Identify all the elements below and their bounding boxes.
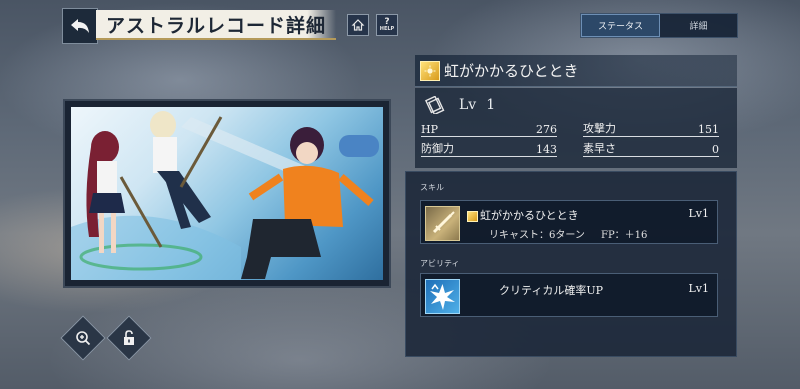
- stat-hp: HP 276: [421, 119, 557, 137]
- abilities-section-label: アビリティ: [420, 259, 460, 268]
- page-title: アストラルレコード詳細: [106, 14, 327, 37]
- record-card-icon: [425, 96, 445, 114]
- home-icon: [351, 19, 365, 31]
- stat-attack: 攻撃力 151: [583, 119, 719, 137]
- skill-level: Lv1: [688, 207, 709, 220]
- back-button[interactable]: [62, 8, 98, 44]
- stat-label: HP: [421, 123, 438, 136]
- zoom-button[interactable]: [60, 315, 106, 361]
- sun-icon: [467, 210, 478, 222]
- stat-value: 143: [536, 143, 557, 156]
- zoom-in-icon: [76, 331, 91, 346]
- character-art-frame: [63, 99, 391, 288]
- level-value: 1: [486, 97, 496, 113]
- sword-icon: [425, 206, 460, 241]
- skills-panel: スキル 虹がかかるひととき Lv1 リキャスト：6ターン FP：＋16 アビリテ…: [405, 171, 737, 357]
- stat-defense: 防御力 143: [421, 139, 557, 157]
- character-illustration: [71, 111, 379, 280]
- sun-icon: [420, 60, 440, 81]
- tab-status[interactable]: ステータス: [581, 14, 660, 37]
- stat-label: 防御力: [421, 142, 454, 155]
- record-name-row: 虹がかかるひととき: [415, 55, 737, 87]
- stat-value: 151: [698, 123, 719, 136]
- ability-name: クリティカル確率UP: [499, 284, 604, 297]
- tab-bar: ステータス 詳細: [580, 13, 738, 38]
- skill-entry[interactable]: 虹がかかるひととき Lv1 リキャスト：6ターン FP：＋16: [420, 200, 718, 244]
- ability-level: Lv1: [688, 282, 709, 295]
- skill-recast: リキャスト：6ターン: [489, 230, 585, 241]
- skill-fp: FP：＋16: [601, 230, 648, 241]
- character-art: [71, 107, 383, 280]
- stats-panel: Lv 1 HP 276 攻撃力 151 防御力 143 素早さ 0: [415, 88, 737, 168]
- back-arrow-icon: [71, 19, 89, 33]
- stat-label: 素早さ: [583, 142, 616, 155]
- burst-icon: [425, 279, 460, 314]
- stat-value: 276: [536, 123, 557, 136]
- stat-value: 0: [712, 143, 719, 156]
- ability-entry[interactable]: クリティカル確率UP Lv1: [420, 273, 718, 317]
- stat-label: 攻撃力: [583, 122, 616, 135]
- lock-button[interactable]: [106, 315, 152, 361]
- skill-name: 虹がかかるひととき: [480, 209, 579, 222]
- unlock-icon: [124, 330, 134, 345]
- stat-speed: 素早さ 0: [583, 139, 719, 157]
- home-button[interactable]: [347, 14, 369, 36]
- record-name: 虹がかかるひととき: [444, 62, 579, 80]
- skills-section-label: スキル: [420, 183, 444, 192]
- tab-details[interactable]: 詳細: [660, 14, 737, 37]
- level-prefix: Lv: [459, 97, 477, 113]
- level-row: Lv 1: [425, 96, 495, 114]
- help-button[interactable]: ? HELP: [376, 14, 398, 36]
- page-title-plate: アストラルレコード詳細: [96, 10, 336, 40]
- help-label: HELP: [379, 26, 395, 32]
